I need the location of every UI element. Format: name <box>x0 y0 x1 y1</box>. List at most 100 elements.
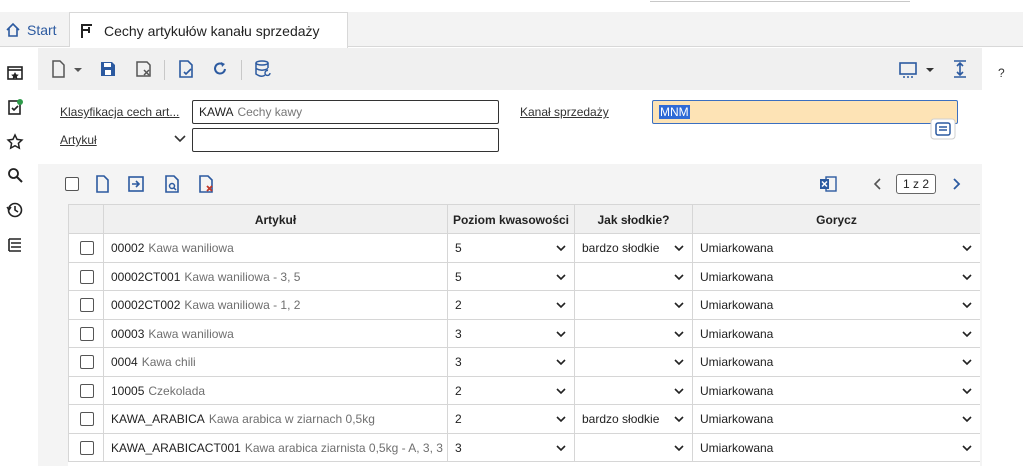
find-document-icon[interactable] <box>162 174 182 194</box>
import-icon[interactable] <box>126 174 146 194</box>
page-indicator[interactable]: 1 z 2 <box>896 174 937 194</box>
chevron-down-icon[interactable] <box>962 329 972 339</box>
row-checkbox[interactable] <box>80 298 94 312</box>
refresh-icon[interactable] <box>210 59 230 79</box>
sweetness-select[interactable] <box>574 433 692 462</box>
table-row[interactable]: KAWA_ARABICACT001 Kawa arabica ziarnista… <box>68 433 980 462</box>
chevron-down-icon[interactable] <box>556 443 566 453</box>
sweetness-select[interactable]: bardzo słodkie <box>574 234 692 262</box>
article-cell[interactable]: KAWA_ARABICACT001 Kawa arabica ziarnista… <box>103 433 447 462</box>
article-cell[interactable]: 00003 Kawa waniliowa <box>103 319 447 348</box>
tab-start[interactable]: Start <box>0 12 70 47</box>
chevron-down-icon[interactable] <box>962 357 972 367</box>
chevron-down-icon[interactable] <box>674 243 684 253</box>
tasks-icon[interactable] <box>6 98 24 116</box>
database-refresh-icon[interactable] <box>253 59 273 79</box>
row-checkbox[interactable] <box>80 383 94 398</box>
sales-channel-field[interactable]: MNM <box>652 100 958 124</box>
view-layout-icon[interactable] <box>898 59 918 79</box>
table-row[interactable]: KAWA_ARABICA Kawa arabica w ziarnach 0,5… <box>68 405 980 434</box>
table-row[interactable]: 00002CT002 Kawa waniliowa - 1, 2 2 Umiar… <box>68 291 980 320</box>
header-article[interactable]: Artykuł <box>103 205 447 235</box>
pinned-window-icon[interactable] <box>6 64 24 82</box>
chevron-down-icon[interactable] <box>962 300 972 310</box>
article-cell[interactable]: 0004 Kawa chili <box>103 348 447 376</box>
sweetness-select[interactable] <box>574 291 692 319</box>
acidity-select[interactable]: 2 <box>447 376 574 405</box>
table-row[interactable]: 00002CT001 Kawa waniliowa - 3, 5 5 Umiar… <box>68 262 980 291</box>
row-checkbox[interactable] <box>80 326 94 341</box>
bitterness-select[interactable]: Umiarkowana <box>692 376 980 405</box>
menu-tree-icon[interactable] <box>6 236 24 254</box>
acidity-select[interactable]: 3 <box>447 348 574 376</box>
chevron-down-icon[interactable] <box>556 414 566 424</box>
bitterness-select[interactable]: Umiarkowana <box>692 405 980 433</box>
article-cell[interactable]: 00002CT001 Kawa waniliowa - 3, 5 <box>103 262 447 291</box>
table-row[interactable]: 10005 Czekolada 2 Umiarkowana <box>68 376 980 405</box>
article-cell[interactable]: 00002 Kawa waniliowa <box>103 234 447 262</box>
chevron-down-icon[interactable] <box>72 59 84 79</box>
bitterness-select[interactable]: Umiarkowana <box>692 291 980 319</box>
chevron-down-icon[interactable] <box>962 414 972 424</box>
add-row-icon[interactable] <box>92 174 112 194</box>
acidity-select[interactable]: 2 <box>447 291 574 319</box>
sweetness-select[interactable] <box>574 262 692 291</box>
chevron-down-icon[interactable] <box>674 329 684 339</box>
discard-changes-icon[interactable] <box>134 59 154 79</box>
chevron-down-icon[interactable] <box>674 272 684 282</box>
header-sweetness[interactable]: Jak słodkie? <box>574 205 692 235</box>
acidity-select[interactable]: 3 <box>447 433 574 462</box>
chevron-down-icon[interactable] <box>556 243 566 253</box>
header-acidity[interactable]: Poziom kwasowości <box>447 205 574 235</box>
chevron-down-icon[interactable] <box>556 357 566 367</box>
chevron-down-icon[interactable] <box>962 386 972 396</box>
table-row[interactable]: 00003 Kawa waniliowa 3 Umiarkowana <box>68 319 980 348</box>
sweetness-select[interactable] <box>574 348 692 376</box>
article-field[interactable] <box>192 128 499 152</box>
new-document-icon[interactable] <box>48 59 68 79</box>
row-checkbox[interactable] <box>80 440 94 455</box>
search-icon[interactable] <box>6 166 24 184</box>
help-button[interactable]: ? <box>998 66 1005 80</box>
value-list-icon[interactable] <box>930 118 956 140</box>
classification-field[interactable]: KAWA Cechy kawy <box>192 100 499 124</box>
chevron-down-icon[interactable] <box>962 443 972 453</box>
tab-sales-channel-features[interactable]: Cechy artykułów kanału sprzedaży <box>70 12 348 48</box>
chevron-down-icon[interactable] <box>674 300 684 310</box>
header-bitterness[interactable]: Gorycz <box>692 205 980 235</box>
row-checkbox[interactable] <box>80 355 94 369</box>
bitterness-select[interactable]: Umiarkowana <box>692 319 980 348</box>
chevron-down-icon[interactable] <box>556 386 566 396</box>
chevron-down-icon[interactable] <box>962 272 972 282</box>
expand-vertical-icon[interactable] <box>950 59 970 79</box>
previous-page-icon[interactable] <box>872 177 884 191</box>
bitterness-select[interactable]: Umiarkowana <box>692 348 980 376</box>
bitterness-select[interactable]: Umiarkowana <box>692 433 980 462</box>
select-all-checkbox[interactable] <box>65 177 79 191</box>
bitterness-select[interactable]: Umiarkowana <box>692 262 980 291</box>
view-layout-dropdown-icon[interactable] <box>924 59 936 79</box>
delete-row-icon[interactable] <box>196 174 216 194</box>
article-cell[interactable]: 10005 Czekolada <box>103 376 447 405</box>
article-operator-chevron-icon[interactable] <box>174 134 186 144</box>
chevron-down-icon[interactable] <box>674 443 684 453</box>
acidity-select[interactable]: 2 <box>447 405 574 433</box>
article-cell[interactable]: 00002CT002 Kawa waniliowa - 1, 2 <box>103 291 447 319</box>
table-row[interactable]: 00002 Kawa waniliowa 5 bardzo słodkie Um… <box>68 234 980 263</box>
sweetness-select[interactable]: bardzo słodkie <box>574 405 692 433</box>
article-cell[interactable]: KAWA_ARABICA Kawa arabica w ziarnach 0,5… <box>103 405 447 433</box>
sweetness-select[interactable] <box>574 319 692 348</box>
table-row[interactable]: 0004 Kawa chili 3 Umiarkowana <box>68 348 980 377</box>
next-page-icon[interactable] <box>950 177 962 191</box>
bitterness-select[interactable]: Umiarkowana <box>692 234 980 262</box>
excel-export-icon[interactable] <box>818 174 838 194</box>
chevron-down-icon[interactable] <box>556 272 566 282</box>
chevron-down-icon[interactable] <box>556 300 566 310</box>
chevron-down-icon[interactable] <box>674 414 684 424</box>
row-checkbox[interactable] <box>80 241 94 255</box>
history-icon[interactable] <box>6 201 24 219</box>
sweetness-select[interactable] <box>574 376 692 405</box>
chevron-down-icon[interactable] <box>674 357 684 367</box>
chevron-down-icon[interactable] <box>556 329 566 339</box>
chevron-down-icon[interactable] <box>674 386 684 396</box>
